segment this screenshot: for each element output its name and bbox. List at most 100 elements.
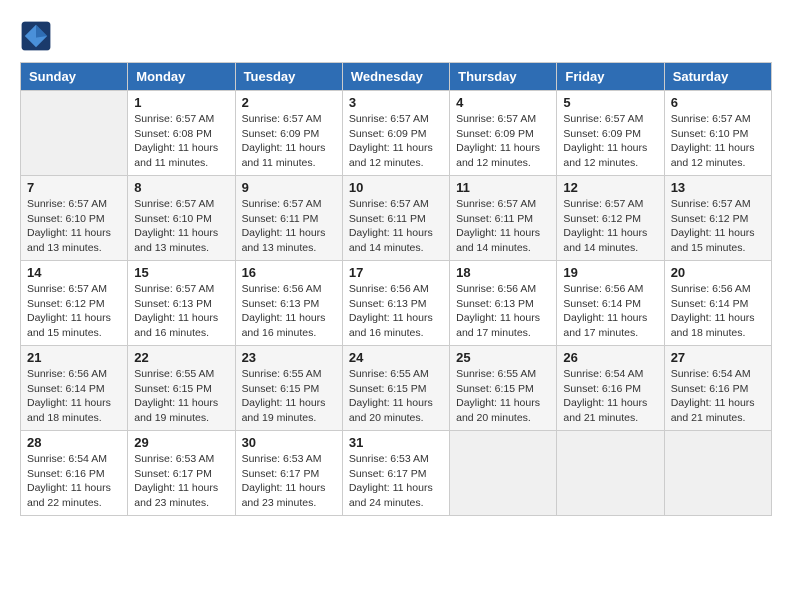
day-info: Sunrise: 6:57 AM Sunset: 6:11 PM Dayligh… [242, 197, 336, 256]
day-number: 14 [27, 265, 121, 280]
calendar-cell: 13 Sunrise: 6:57 AM Sunset: 6:12 PM Dayl… [664, 176, 771, 261]
day-info: Sunrise: 6:55 AM Sunset: 6:15 PM Dayligh… [349, 367, 443, 426]
day-number: 19 [563, 265, 657, 280]
calendar-cell: 3 Sunrise: 6:57 AM Sunset: 6:09 PM Dayli… [342, 91, 449, 176]
calendar-cell: 2 Sunrise: 6:57 AM Sunset: 6:09 PM Dayli… [235, 91, 342, 176]
calendar-cell [450, 431, 557, 516]
weekday-header-tuesday: Tuesday [235, 63, 342, 91]
day-number: 24 [349, 350, 443, 365]
calendar-cell: 16 Sunrise: 6:56 AM Sunset: 6:13 PM Dayl… [235, 261, 342, 346]
day-info: Sunrise: 6:57 AM Sunset: 6:11 PM Dayligh… [349, 197, 443, 256]
day-info: Sunrise: 6:57 AM Sunset: 6:09 PM Dayligh… [563, 112, 657, 171]
calendar-week-5: 28 Sunrise: 6:54 AM Sunset: 6:16 PM Dayl… [21, 431, 772, 516]
day-number: 29 [134, 435, 228, 450]
weekday-header-thursday: Thursday [450, 63, 557, 91]
calendar-cell: 15 Sunrise: 6:57 AM Sunset: 6:13 PM Dayl… [128, 261, 235, 346]
day-number: 18 [456, 265, 550, 280]
day-info: Sunrise: 6:57 AM Sunset: 6:11 PM Dayligh… [456, 197, 550, 256]
day-info: Sunrise: 6:57 AM Sunset: 6:13 PM Dayligh… [134, 282, 228, 341]
day-info: Sunrise: 6:56 AM Sunset: 6:14 PM Dayligh… [671, 282, 765, 341]
calendar-cell: 17 Sunrise: 6:56 AM Sunset: 6:13 PM Dayl… [342, 261, 449, 346]
day-info: Sunrise: 6:53 AM Sunset: 6:17 PM Dayligh… [134, 452, 228, 511]
logo-icon [20, 20, 52, 52]
calendar-cell: 10 Sunrise: 6:57 AM Sunset: 6:11 PM Dayl… [342, 176, 449, 261]
calendar-cell: 20 Sunrise: 6:56 AM Sunset: 6:14 PM Dayl… [664, 261, 771, 346]
calendar-table: SundayMondayTuesdayWednesdayThursdayFrid… [20, 62, 772, 516]
day-number: 20 [671, 265, 765, 280]
day-number: 28 [27, 435, 121, 450]
day-number: 4 [456, 95, 550, 110]
calendar-cell [21, 91, 128, 176]
day-number: 21 [27, 350, 121, 365]
weekday-header-saturday: Saturday [664, 63, 771, 91]
day-number: 5 [563, 95, 657, 110]
day-number: 25 [456, 350, 550, 365]
day-info: Sunrise: 6:57 AM Sunset: 6:08 PM Dayligh… [134, 112, 228, 171]
day-number: 3 [349, 95, 443, 110]
calendar-cell: 23 Sunrise: 6:55 AM Sunset: 6:15 PM Dayl… [235, 346, 342, 431]
calendar-cell: 27 Sunrise: 6:54 AM Sunset: 6:16 PM Dayl… [664, 346, 771, 431]
day-number: 22 [134, 350, 228, 365]
calendar-cell [664, 431, 771, 516]
day-number: 15 [134, 265, 228, 280]
calendar-cell: 7 Sunrise: 6:57 AM Sunset: 6:10 PM Dayli… [21, 176, 128, 261]
calendar-week-1: 1 Sunrise: 6:57 AM Sunset: 6:08 PM Dayli… [21, 91, 772, 176]
day-number: 7 [27, 180, 121, 195]
day-number: 30 [242, 435, 336, 450]
day-number: 8 [134, 180, 228, 195]
logo [20, 20, 56, 52]
day-info: Sunrise: 6:53 AM Sunset: 6:17 PM Dayligh… [349, 452, 443, 511]
day-info: Sunrise: 6:55 AM Sunset: 6:15 PM Dayligh… [456, 367, 550, 426]
calendar-cell: 25 Sunrise: 6:55 AM Sunset: 6:15 PM Dayl… [450, 346, 557, 431]
day-info: Sunrise: 6:56 AM Sunset: 6:13 PM Dayligh… [349, 282, 443, 341]
day-info: Sunrise: 6:56 AM Sunset: 6:13 PM Dayligh… [242, 282, 336, 341]
day-number: 10 [349, 180, 443, 195]
day-number: 12 [563, 180, 657, 195]
day-info: Sunrise: 6:56 AM Sunset: 6:14 PM Dayligh… [27, 367, 121, 426]
calendar-cell: 1 Sunrise: 6:57 AM Sunset: 6:08 PM Dayli… [128, 91, 235, 176]
day-number: 17 [349, 265, 443, 280]
day-number: 26 [563, 350, 657, 365]
calendar-cell: 11 Sunrise: 6:57 AM Sunset: 6:11 PM Dayl… [450, 176, 557, 261]
weekday-header-friday: Friday [557, 63, 664, 91]
page-header [20, 20, 772, 52]
day-number: 9 [242, 180, 336, 195]
calendar-cell: 30 Sunrise: 6:53 AM Sunset: 6:17 PM Dayl… [235, 431, 342, 516]
day-info: Sunrise: 6:57 AM Sunset: 6:09 PM Dayligh… [456, 112, 550, 171]
day-info: Sunrise: 6:54 AM Sunset: 6:16 PM Dayligh… [671, 367, 765, 426]
calendar-cell: 22 Sunrise: 6:55 AM Sunset: 6:15 PM Dayl… [128, 346, 235, 431]
calendar-cell: 9 Sunrise: 6:57 AM Sunset: 6:11 PM Dayli… [235, 176, 342, 261]
day-number: 13 [671, 180, 765, 195]
day-info: Sunrise: 6:54 AM Sunset: 6:16 PM Dayligh… [27, 452, 121, 511]
calendar-cell: 24 Sunrise: 6:55 AM Sunset: 6:15 PM Dayl… [342, 346, 449, 431]
day-info: Sunrise: 6:57 AM Sunset: 6:12 PM Dayligh… [563, 197, 657, 256]
weekday-header-row: SundayMondayTuesdayWednesdayThursdayFrid… [21, 63, 772, 91]
day-info: Sunrise: 6:56 AM Sunset: 6:13 PM Dayligh… [456, 282, 550, 341]
day-info: Sunrise: 6:57 AM Sunset: 6:12 PM Dayligh… [671, 197, 765, 256]
day-info: Sunrise: 6:57 AM Sunset: 6:10 PM Dayligh… [671, 112, 765, 171]
calendar-cell: 8 Sunrise: 6:57 AM Sunset: 6:10 PM Dayli… [128, 176, 235, 261]
day-info: Sunrise: 6:55 AM Sunset: 6:15 PM Dayligh… [242, 367, 336, 426]
weekday-header-wednesday: Wednesday [342, 63, 449, 91]
day-number: 1 [134, 95, 228, 110]
day-number: 2 [242, 95, 336, 110]
calendar-cell: 18 Sunrise: 6:56 AM Sunset: 6:13 PM Dayl… [450, 261, 557, 346]
day-info: Sunrise: 6:57 AM Sunset: 6:10 PM Dayligh… [134, 197, 228, 256]
day-number: 27 [671, 350, 765, 365]
day-info: Sunrise: 6:57 AM Sunset: 6:09 PM Dayligh… [242, 112, 336, 171]
calendar-cell [557, 431, 664, 516]
day-number: 16 [242, 265, 336, 280]
calendar-cell: 19 Sunrise: 6:56 AM Sunset: 6:14 PM Dayl… [557, 261, 664, 346]
day-number: 6 [671, 95, 765, 110]
day-info: Sunrise: 6:53 AM Sunset: 6:17 PM Dayligh… [242, 452, 336, 511]
calendar-cell: 31 Sunrise: 6:53 AM Sunset: 6:17 PM Dayl… [342, 431, 449, 516]
day-info: Sunrise: 6:56 AM Sunset: 6:14 PM Dayligh… [563, 282, 657, 341]
day-info: Sunrise: 6:57 AM Sunset: 6:10 PM Dayligh… [27, 197, 121, 256]
calendar-cell: 14 Sunrise: 6:57 AM Sunset: 6:12 PM Dayl… [21, 261, 128, 346]
day-info: Sunrise: 6:57 AM Sunset: 6:12 PM Dayligh… [27, 282, 121, 341]
calendar-week-2: 7 Sunrise: 6:57 AM Sunset: 6:10 PM Dayli… [21, 176, 772, 261]
calendar-cell: 6 Sunrise: 6:57 AM Sunset: 6:10 PM Dayli… [664, 91, 771, 176]
calendar-cell: 29 Sunrise: 6:53 AM Sunset: 6:17 PM Dayl… [128, 431, 235, 516]
calendar-week-3: 14 Sunrise: 6:57 AM Sunset: 6:12 PM Dayl… [21, 261, 772, 346]
day-number: 23 [242, 350, 336, 365]
